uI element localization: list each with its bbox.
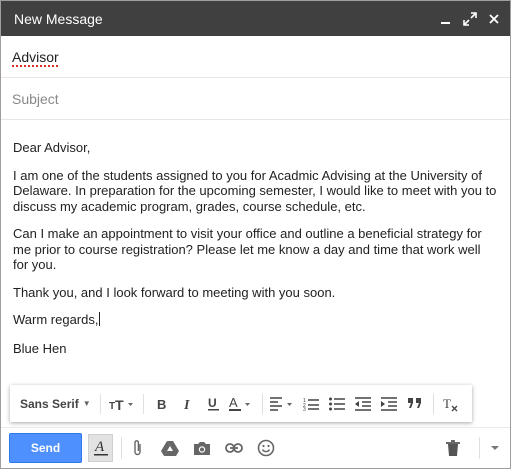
svg-text:I: I [183,398,190,411]
formatting-options-icon[interactable]: A [88,434,113,462]
align-icon[interactable] [268,390,298,418]
subject-input[interactable]: Subject [12,91,59,107]
camera-icon[interactable] [186,433,218,463]
title-bar[interactable]: New Message [1,1,510,36]
italic-icon[interactable]: I [175,390,201,418]
minimize-icon[interactable] [434,7,458,31]
expand-icon[interactable] [458,7,482,31]
body-paragraph-1: I am one of the students assigned to you… [13,167,497,214]
window-title: New Message [14,10,103,27]
text-cursor [99,312,101,326]
greeting: Dear Advisor, [13,140,91,155]
message-body[interactable]: Dear Advisor, I am one of the students a… [1,120,510,356]
compose-window: New Message Advisor Subject Dear Advisor… [0,0,511,469]
subject-field[interactable]: Subject [1,78,510,120]
attach-icon[interactable] [122,433,154,463]
indent-less-icon[interactable] [350,390,376,418]
closing-line: Warm regards, [13,312,497,328]
closing: Warm regards, [13,312,99,327]
recipient-chip[interactable]: Advisor [12,49,59,65]
window-controls [434,7,506,31]
svg-text:A: A [229,396,238,410]
send-button[interactable]: Send [9,433,82,463]
formatting-toolbar: Sans Serif ▼ TT B I U A 123 T [10,385,472,422]
more-options-icon[interactable] [480,433,510,463]
divider [142,393,144,414]
indent-more-icon[interactable] [376,390,402,418]
svg-text:T: T [115,397,124,411]
text-color-icon[interactable]: A [227,390,257,418]
emoji-icon[interactable] [250,433,282,463]
drive-icon[interactable] [154,433,186,463]
font-size-icon[interactable]: TT [106,390,138,418]
to-field[interactable]: Advisor [1,36,510,78]
svg-text:3: 3 [303,407,306,411]
bulleted-list-icon[interactable] [324,390,350,418]
divider [261,393,263,414]
close-icon[interactable] [482,7,506,31]
svg-text:A: A [94,439,105,455]
quote-icon[interactable] [402,390,428,418]
svg-text:B: B [157,397,166,411]
body-paragraph-3: Thank you, and I look forward to meeting… [13,284,336,300]
svg-text:T: T [443,396,451,411]
chevron-down-icon: ▼ [82,399,91,408]
divider [99,393,101,414]
divider [432,393,434,414]
trash-icon[interactable] [437,433,469,463]
underline-icon[interactable]: U [201,390,227,418]
remove-formatting-icon[interactable]: T [439,390,463,418]
bottom-bar: Send A [1,427,510,468]
body-paragraph-2: Can I make an appointment to visit your … [13,226,482,272]
svg-text:U: U [208,396,217,410]
signature: Blue Hen [13,340,67,356]
font-select[interactable]: Sans Serif ▼ [20,390,95,418]
numbered-list-icon[interactable]: 123 [298,390,324,418]
font-name: Sans Serif [20,396,79,411]
bold-icon[interactable]: B [149,390,175,418]
link-icon[interactable] [218,433,250,463]
